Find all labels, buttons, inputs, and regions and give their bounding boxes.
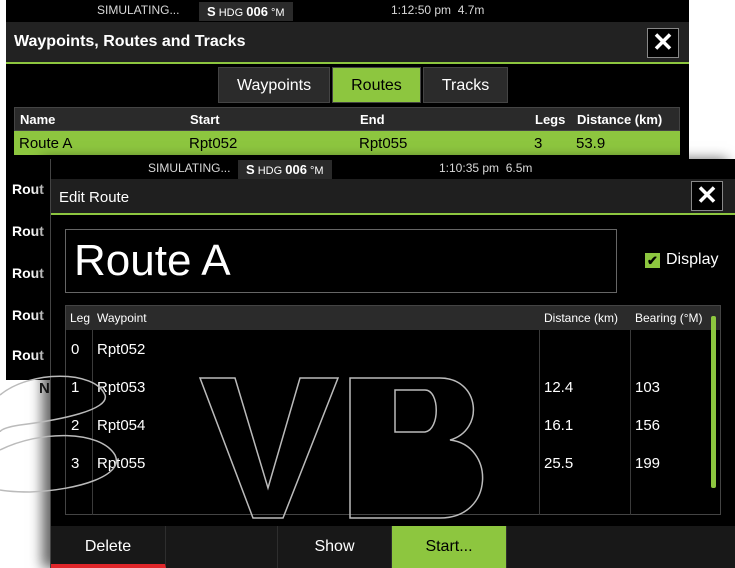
col-header-leg: Leg: [70, 311, 91, 325]
heading-readout: S HDG 006 °M: [238, 160, 332, 179]
window-title: Waypoints, Routes and Tracks: [14, 33, 246, 50]
col-header-name[interactable]: Name: [20, 112, 55, 127]
time-readout: 1:10:35 pm 6.5m: [439, 161, 533, 175]
col-header-end[interactable]: End: [360, 112, 385, 127]
action-bar: Delete Show Start...: [51, 526, 735, 568]
table-row-selected[interactable]: Route A Rpt052 Rpt055 3 53.9: [14, 131, 680, 155]
table-row[interactable]: 3 Rpt055 25.5 199: [66, 444, 720, 482]
table-header: Leg Waypoint Distance (km) Bearing (°M): [66, 306, 720, 330]
dialog-title-bar: Edit Route ✕: [51, 179, 735, 215]
scrollbar[interactable]: [711, 316, 716, 488]
status-bar: SIMULATING... S HDG 006 °M 1:10:35 pm 6.…: [51, 159, 735, 179]
col-header-distance[interactable]: Distance (km): [577, 112, 662, 127]
table-row[interactable]: 1 Rpt053 12.4 103: [66, 368, 720, 406]
time-readout: 1:12:50 pm 4.7m: [391, 3, 485, 17]
tab-routes[interactable]: Routes: [332, 67, 421, 103]
edit-route-dialog: SIMULATING... S HDG 006 °M 1:10:35 pm 6.…: [50, 159, 735, 568]
window-title-bar: Waypoints, Routes and Tracks ✕: [6, 22, 689, 64]
empty-button-slot: [166, 526, 278, 568]
tab-bar: Waypoints Routes Tracks: [218, 67, 510, 103]
simulating-label: SIMULATING...: [97, 3, 180, 17]
table-row[interactable]: 2 Rpt054 16.1 156: [66, 406, 720, 444]
col-header-waypoint: Waypoint: [97, 311, 147, 325]
background-partial-label: N: [39, 380, 50, 397]
table-row[interactable]: Rout: [12, 223, 44, 239]
close-button[interactable]: ✕: [691, 181, 723, 211]
col-header-legs[interactable]: Legs: [535, 112, 565, 127]
table-row[interactable]: 0 Rpt052: [66, 330, 720, 368]
display-label: Display: [666, 251, 719, 268]
display-toggle[interactable]: ✔ Display: [645, 251, 718, 269]
delete-button[interactable]: Delete: [51, 526, 166, 568]
route-legs-table: Leg Waypoint Distance (km) Bearing (°M) …: [65, 305, 721, 515]
col-header-bearing: Bearing (°M): [635, 311, 703, 325]
tab-waypoints[interactable]: Waypoints: [218, 67, 331, 103]
table-row[interactable]: Rout: [12, 181, 44, 197]
routes-table: Name Start End Legs Distance (km) Route …: [14, 107, 680, 155]
status-bar: SIMULATING... S HDG 006 °M 1:12:50 pm 4.…: [6, 0, 689, 22]
dialog-title: Edit Route: [59, 189, 130, 206]
table-header: Name Start End Legs Distance (km): [14, 107, 680, 131]
route-name-field[interactable]: Route A: [65, 229, 617, 293]
heading-readout: S HDG 006 °M: [199, 2, 293, 21]
checkbox-checked-icon[interactable]: ✔: [645, 252, 660, 268]
col-header-start[interactable]: Start: [190, 112, 220, 127]
tab-tracks[interactable]: Tracks: [422, 67, 509, 103]
table-row[interactable]: Rout: [12, 307, 44, 323]
table-row[interactable]: Rout: [12, 265, 44, 281]
table-row[interactable]: Rout: [12, 347, 44, 363]
close-button[interactable]: ✕: [647, 28, 679, 58]
show-button[interactable]: Show: [278, 526, 392, 568]
simulating-label: SIMULATING...: [148, 161, 231, 175]
col-header-distance: Distance (km): [544, 311, 619, 325]
close-icon: ✕: [696, 180, 718, 210]
start-button[interactable]: Start...: [392, 526, 507, 568]
close-icon: ✕: [652, 27, 674, 57]
